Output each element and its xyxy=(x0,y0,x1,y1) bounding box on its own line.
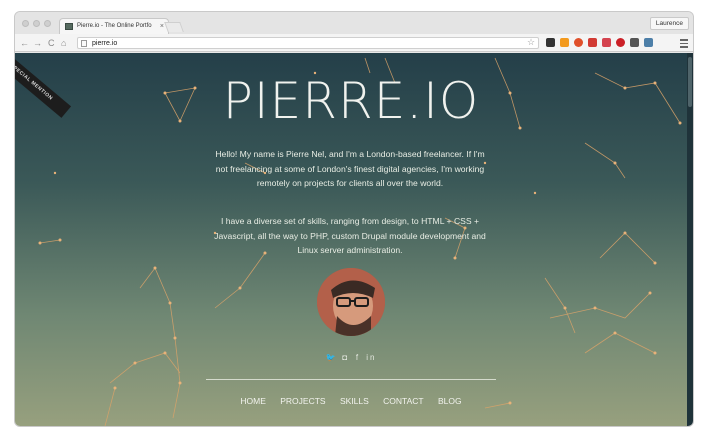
pinterest-extension-icon[interactable] xyxy=(616,38,625,47)
url-text: pierre.io xyxy=(92,40,118,47)
nav-blog[interactable]: BLOG xyxy=(438,396,462,406)
page-content: SPECIAL MENTION PIERRE.IO Hello! My name… xyxy=(15,53,687,426)
tab-bar: Pierre.io - The Online Portfo × Laurence xyxy=(15,12,693,34)
scrollbar[interactable] xyxy=(687,53,693,426)
profile-button[interactable]: Laurence xyxy=(649,17,689,30)
opera-extension-icon[interactable] xyxy=(574,38,583,47)
back-button[interactable]: ← xyxy=(20,36,29,50)
browser-toolbar: ← → C ⌂ pierre.io ☆ xyxy=(15,34,693,52)
instagram-icon[interactable]: ◘ xyxy=(342,353,350,362)
avatar xyxy=(317,268,385,336)
twitter-icon[interactable]: 🐦 xyxy=(326,353,338,362)
new-tab-button[interactable] xyxy=(164,22,184,32)
zoom-window-icon[interactable] xyxy=(44,20,51,27)
forward-button[interactable]: → xyxy=(33,36,42,50)
gmail-extension-icon[interactable] xyxy=(588,38,597,47)
home-button[interactable]: ⌂ xyxy=(61,36,66,50)
divider xyxy=(206,379,496,380)
skills-paragraph: I have a diverse set of skills, ranging … xyxy=(214,216,486,255)
browser-tab[interactable]: Pierre.io - The Online Portfo × xyxy=(59,18,169,34)
rss-extension-icon[interactable] xyxy=(560,38,569,47)
favicon-icon xyxy=(65,23,73,30)
profile-photo xyxy=(317,268,385,336)
page-icon xyxy=(81,40,87,47)
tab-title: Pierre.io - The Online Portfo xyxy=(77,23,152,29)
linkedin-icon[interactable]: in xyxy=(366,353,376,362)
nav-skills[interactable]: SKILLS xyxy=(340,396,369,406)
intro-paragraph: Hello! My name is Pierre Nel, and I'm a … xyxy=(215,149,485,188)
main-nav: HOME PROJECTS SKILLS CONTACT BLOG xyxy=(15,396,687,406)
bookmark-star-icon[interactable]: ☆ xyxy=(527,37,535,48)
evernote-extension-icon[interactable] xyxy=(630,38,639,47)
nav-projects[interactable]: PROJECTS xyxy=(280,396,325,406)
reload-button[interactable]: C xyxy=(48,36,55,50)
address-bar[interactable]: pierre.io xyxy=(77,37,539,49)
browser-window: Pierre.io - The Online Portfo × Laurence… xyxy=(15,12,693,426)
nav-home[interactable]: HOME xyxy=(240,396,266,406)
nav-contact[interactable]: CONTACT xyxy=(383,396,423,406)
chrome-menu-icon[interactable] xyxy=(680,39,688,50)
social-links: 🐦 ◘ f in xyxy=(15,353,687,362)
site-title: PIERRE.IO xyxy=(222,72,480,130)
screen-extension-icon[interactable] xyxy=(644,38,653,47)
minimize-window-icon[interactable] xyxy=(33,20,40,27)
close-window-icon[interactable] xyxy=(22,20,29,27)
scrollbar-thumb[interactable] xyxy=(688,57,692,107)
buffer-extension-icon[interactable] xyxy=(546,38,555,47)
facebook-icon[interactable]: f xyxy=(354,353,362,362)
pocket-extension-icon[interactable] xyxy=(602,38,611,47)
